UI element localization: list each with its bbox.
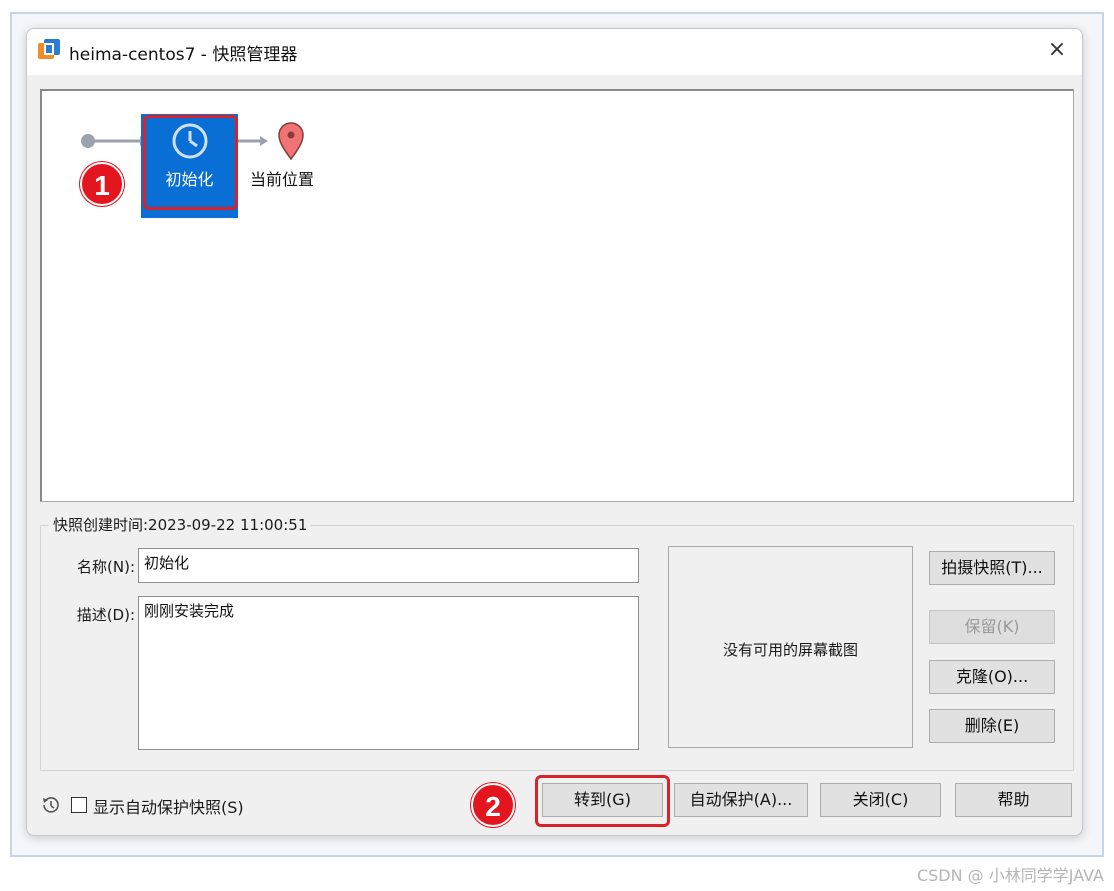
annotation-highlight-box-1 — [143, 115, 238, 210]
snapshot-label: 初始化 — [165, 170, 214, 189]
snapshot-created-time: 快照创建时间:2023-09-22 11:00:51 — [49, 514, 312, 535]
description-label: 描述(D): — [76, 606, 135, 624]
screenshot-preview: 没有可用的屏幕截图 — [668, 546, 913, 748]
autoprotect-button[interactable]: 自动保护(A)... — [674, 783, 808, 817]
close-window-button[interactable]: × — [1042, 35, 1072, 65]
close-button[interactable]: 关闭(C) — [820, 783, 941, 817]
take-snapshot-button[interactable]: 拍摄快照(T)... — [929, 551, 1055, 585]
window-title: heima-centos7 - 快照管理器 — [69, 45, 298, 65]
snapshot-name-input[interactable]: 初始化 — [138, 548, 639, 583]
root-node-icon — [81, 134, 95, 148]
snapshot-description-input[interactable]: 刚刚安装完成 — [138, 596, 639, 750]
goto-button[interactable]: 转到(G) — [542, 783, 663, 817]
show-autoprotect-label: 显示自动保护快照(S) — [93, 798, 244, 817]
name-label: 名称(N): — [77, 558, 135, 576]
title-bar: heima-centos7 - 快照管理器 × — [27, 29, 1082, 75]
keep-button[interactable]: 保留(K) — [929, 610, 1055, 644]
help-button[interactable]: 帮助 — [955, 783, 1072, 817]
delete-button[interactable]: 删除(E) — [929, 709, 1055, 743]
arrow-icon — [260, 136, 268, 146]
snapshot-tree-panel[interactable]: 初始化 当前位置 1 — [40, 89, 1074, 502]
snapshot-manager-dialog: heima-centos7 - 快照管理器 × 初始化 当前位置 1 快照创建时… — [26, 28, 1083, 836]
vmware-app-icon — [38, 39, 60, 59]
annotation-badge-2: 2 — [471, 783, 515, 827]
current-position-label: 当前位置 — [250, 170, 315, 189]
show-autoprotect-checkbox[interactable] — [71, 797, 87, 813]
location-pin-icon — [278, 122, 304, 161]
snapshot-details-group: 快照创建时间:2023-09-22 11:00:51 名称(N): 初始化 描述… — [40, 514, 1074, 771]
no-screenshot-text: 没有可用的屏幕截图 — [722, 641, 858, 659]
annotation-badge-1: 1 — [80, 162, 124, 206]
history-icon — [43, 797, 59, 813]
clone-button[interactable]: 克隆(O)... — [929, 660, 1055, 694]
csdn-watermark: CSDN @ 小林同学学JAVA — [916, 866, 1104, 885]
